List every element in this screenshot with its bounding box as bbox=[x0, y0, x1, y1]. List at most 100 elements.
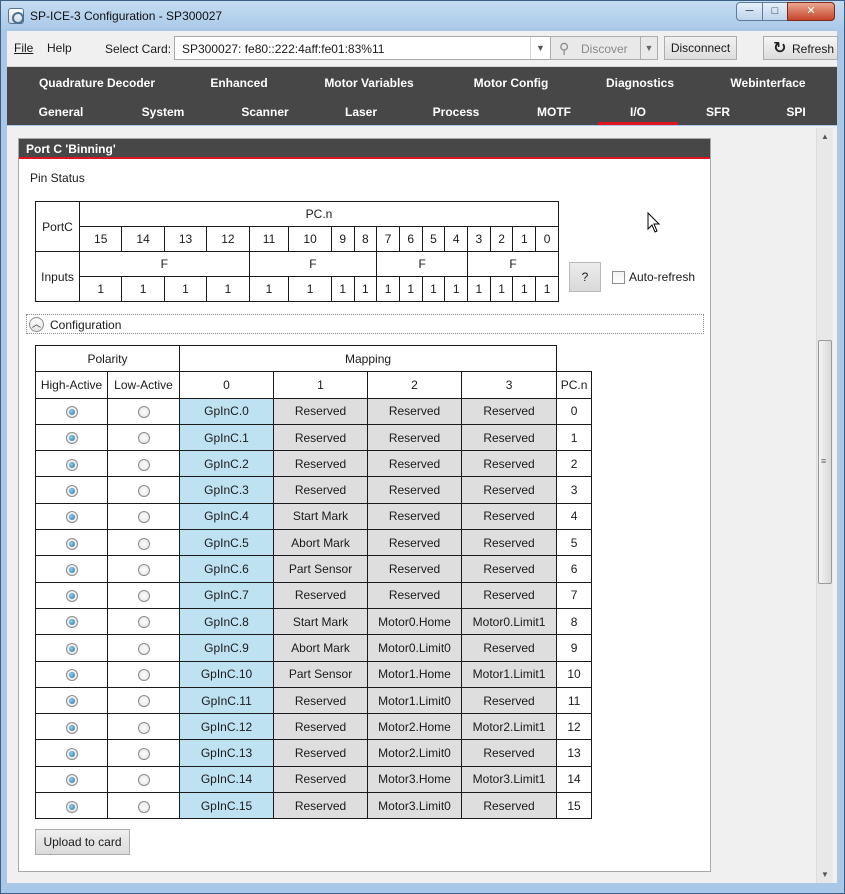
discover-button[interactable]: ⚲ Discover bbox=[550, 36, 642, 60]
auto-refresh-checkbox[interactable] bbox=[612, 271, 625, 284]
mapping-cell-1[interactable]: Reserved bbox=[273, 581, 369, 609]
low-active-radio[interactable] bbox=[137, 695, 150, 708]
mapping-cell-3[interactable]: Reserved bbox=[461, 397, 558, 425]
mapping-cell-3[interactable]: Reserved bbox=[461, 529, 558, 557]
mapping-cell-0[interactable]: GpInC.4 bbox=[179, 502, 275, 531]
vertical-scrollbar[interactable]: ▲ ≡ ▼ bbox=[816, 128, 833, 883]
tab-spi[interactable]: SPI bbox=[786, 105, 805, 119]
low-active-radio[interactable] bbox=[137, 747, 150, 760]
mapping-cell-1[interactable]: Reserved bbox=[273, 765, 369, 794]
high-active-radio[interactable] bbox=[65, 484, 78, 497]
low-active-radio[interactable] bbox=[137, 484, 150, 497]
mapping-cell-0[interactable]: GpInC.11 bbox=[179, 686, 275, 715]
mapping-cell-0[interactable]: GpInC.13 bbox=[179, 739, 275, 767]
mapping-cell-0[interactable]: GpInC.14 bbox=[179, 765, 275, 794]
auto-refresh-label[interactable]: Auto-refresh bbox=[629, 270, 695, 284]
mapping-cell-1[interactable]: Abort Mark bbox=[273, 634, 369, 662]
mapping-cell-1[interactable]: Abort Mark bbox=[273, 529, 369, 557]
mapping-cell-3[interactable]: Motor2.Limit1 bbox=[461, 713, 558, 741]
tab-quadrature-decoder[interactable]: Quadrature Decoder bbox=[39, 76, 155, 90]
mapping-cell-1[interactable]: Reserved bbox=[273, 686, 369, 715]
low-active-radio[interactable] bbox=[137, 669, 150, 682]
mapping-cell-0[interactable]: GpInC.8 bbox=[179, 607, 275, 636]
refresh-button[interactable]: ↻ Refresh bbox=[763, 36, 838, 60]
card-select[interactable]: SP300027: fe80::222:4aff:fe01:83%11 ▼ bbox=[174, 36, 551, 60]
mapping-cell-3[interactable]: Reserved bbox=[461, 555, 558, 583]
mapping-cell-1[interactable]: Reserved bbox=[273, 450, 369, 478]
tab-laser[interactable]: Laser bbox=[345, 105, 377, 119]
mapping-cell-2[interactable]: Motor0.Limit0 bbox=[367, 634, 463, 662]
mapping-cell-3[interactable]: Reserved bbox=[461, 686, 558, 715]
tab-io[interactable]: I/O bbox=[597, 105, 679, 125]
mapping-cell-2[interactable]: Motor0.Home bbox=[367, 607, 463, 636]
menu-file[interactable]: File bbox=[14, 41, 33, 55]
low-active-radio[interactable] bbox=[137, 616, 150, 629]
mapping-cell-1[interactable]: Part Sensor bbox=[273, 555, 369, 583]
mapping-cell-2[interactable]: Reserved bbox=[367, 581, 463, 609]
mapping-cell-0[interactable]: GpInC.9 bbox=[179, 634, 275, 662]
low-active-radio[interactable] bbox=[137, 774, 150, 787]
low-active-radio[interactable] bbox=[137, 406, 150, 419]
low-active-radio[interactable] bbox=[137, 432, 150, 445]
high-active-radio[interactable] bbox=[65, 537, 78, 550]
mapping-cell-2[interactable]: Motor1.Limit0 bbox=[367, 686, 463, 715]
mapping-cell-1[interactable]: Reserved bbox=[273, 423, 369, 452]
mapping-cell-2[interactable]: Reserved bbox=[367, 555, 463, 583]
close-button[interactable]: ✕ bbox=[787, 2, 835, 21]
scroll-thumb[interactable]: ≡ bbox=[818, 340, 832, 584]
low-active-radio[interactable] bbox=[137, 458, 150, 471]
tab-webinterface[interactable]: Webinterface bbox=[730, 76, 805, 90]
configuration-expander[interactable]: ︿ Configuration bbox=[26, 314, 704, 334]
mapping-cell-0[interactable]: GpInC.2 bbox=[179, 450, 275, 478]
high-active-radio[interactable] bbox=[65, 432, 78, 445]
tab-sfr[interactable]: SFR bbox=[706, 105, 730, 119]
mapping-cell-3[interactable]: Motor3.Limit1 bbox=[461, 765, 558, 794]
mapping-cell-0[interactable]: GpInC.5 bbox=[179, 529, 275, 557]
low-active-radio[interactable] bbox=[137, 721, 150, 734]
scroll-up-icon[interactable]: ▲ bbox=[817, 128, 833, 145]
mapping-cell-1[interactable]: Reserved bbox=[273, 476, 369, 504]
mapping-cell-3[interactable]: Reserved bbox=[461, 792, 558, 820]
mapping-cell-2[interactable]: Reserved bbox=[367, 450, 463, 478]
mapping-cell-1[interactable]: Reserved bbox=[273, 397, 369, 425]
mapping-cell-2[interactable]: Motor3.Limit0 bbox=[367, 792, 463, 820]
high-active-radio[interactable] bbox=[65, 590, 78, 603]
upload-to-card-button[interactable]: Upload to card bbox=[35, 829, 130, 855]
mapping-cell-3[interactable]: Reserved bbox=[461, 450, 558, 478]
discover-dropdown-button[interactable]: ▼ bbox=[640, 36, 658, 60]
mapping-cell-2[interactable]: Reserved bbox=[367, 502, 463, 531]
tab-motor-variables[interactable]: Motor Variables bbox=[324, 76, 413, 90]
tab-diagnostics[interactable]: Diagnostics bbox=[606, 76, 674, 90]
mapping-cell-2[interactable]: Motor3.Home bbox=[367, 765, 463, 794]
mapping-cell-2[interactable]: Reserved bbox=[367, 529, 463, 557]
tab-enhanced[interactable]: Enhanced bbox=[210, 76, 267, 90]
high-active-radio[interactable] bbox=[65, 721, 78, 734]
mapping-cell-2[interactable]: Motor1.Home bbox=[367, 660, 463, 688]
mapping-cell-1[interactable]: Start Mark bbox=[273, 607, 369, 636]
high-active-radio[interactable] bbox=[65, 642, 78, 655]
mapping-cell-3[interactable]: Reserved bbox=[461, 502, 558, 531]
mapping-cell-1[interactable]: Reserved bbox=[273, 739, 369, 767]
mapping-cell-3[interactable]: Reserved bbox=[461, 423, 558, 452]
mapping-cell-3[interactable]: Motor0.Limit1 bbox=[461, 607, 558, 636]
tab-motor-config[interactable]: Motor Config bbox=[474, 76, 549, 90]
mapping-cell-0[interactable]: GpInC.1 bbox=[179, 423, 275, 452]
low-active-radio[interactable] bbox=[137, 537, 150, 550]
high-active-radio[interactable] bbox=[65, 747, 78, 760]
mapping-cell-0[interactable]: GpInC.6 bbox=[179, 555, 275, 583]
mapping-cell-0[interactable]: GpInC.15 bbox=[179, 792, 275, 820]
tab-scanner[interactable]: Scanner bbox=[241, 105, 288, 119]
chevron-up-icon[interactable]: ︿ bbox=[29, 317, 44, 332]
scroll-down-icon[interactable]: ▼ bbox=[817, 866, 833, 883]
maximize-button[interactable]: □ bbox=[762, 2, 788, 21]
high-active-radio[interactable] bbox=[65, 616, 78, 629]
tab-motf[interactable]: MOTF bbox=[537, 105, 571, 119]
low-active-radio[interactable] bbox=[137, 590, 150, 603]
low-active-radio[interactable] bbox=[137, 800, 150, 813]
high-active-radio[interactable] bbox=[65, 774, 78, 787]
help-button[interactable]: ? bbox=[569, 262, 601, 292]
mapping-cell-2[interactable]: Reserved bbox=[367, 397, 463, 425]
mapping-cell-3[interactable]: Motor1.Limit1 bbox=[461, 660, 558, 688]
low-active-radio[interactable] bbox=[137, 563, 150, 576]
mapping-cell-2[interactable]: Motor2.Home bbox=[367, 713, 463, 741]
